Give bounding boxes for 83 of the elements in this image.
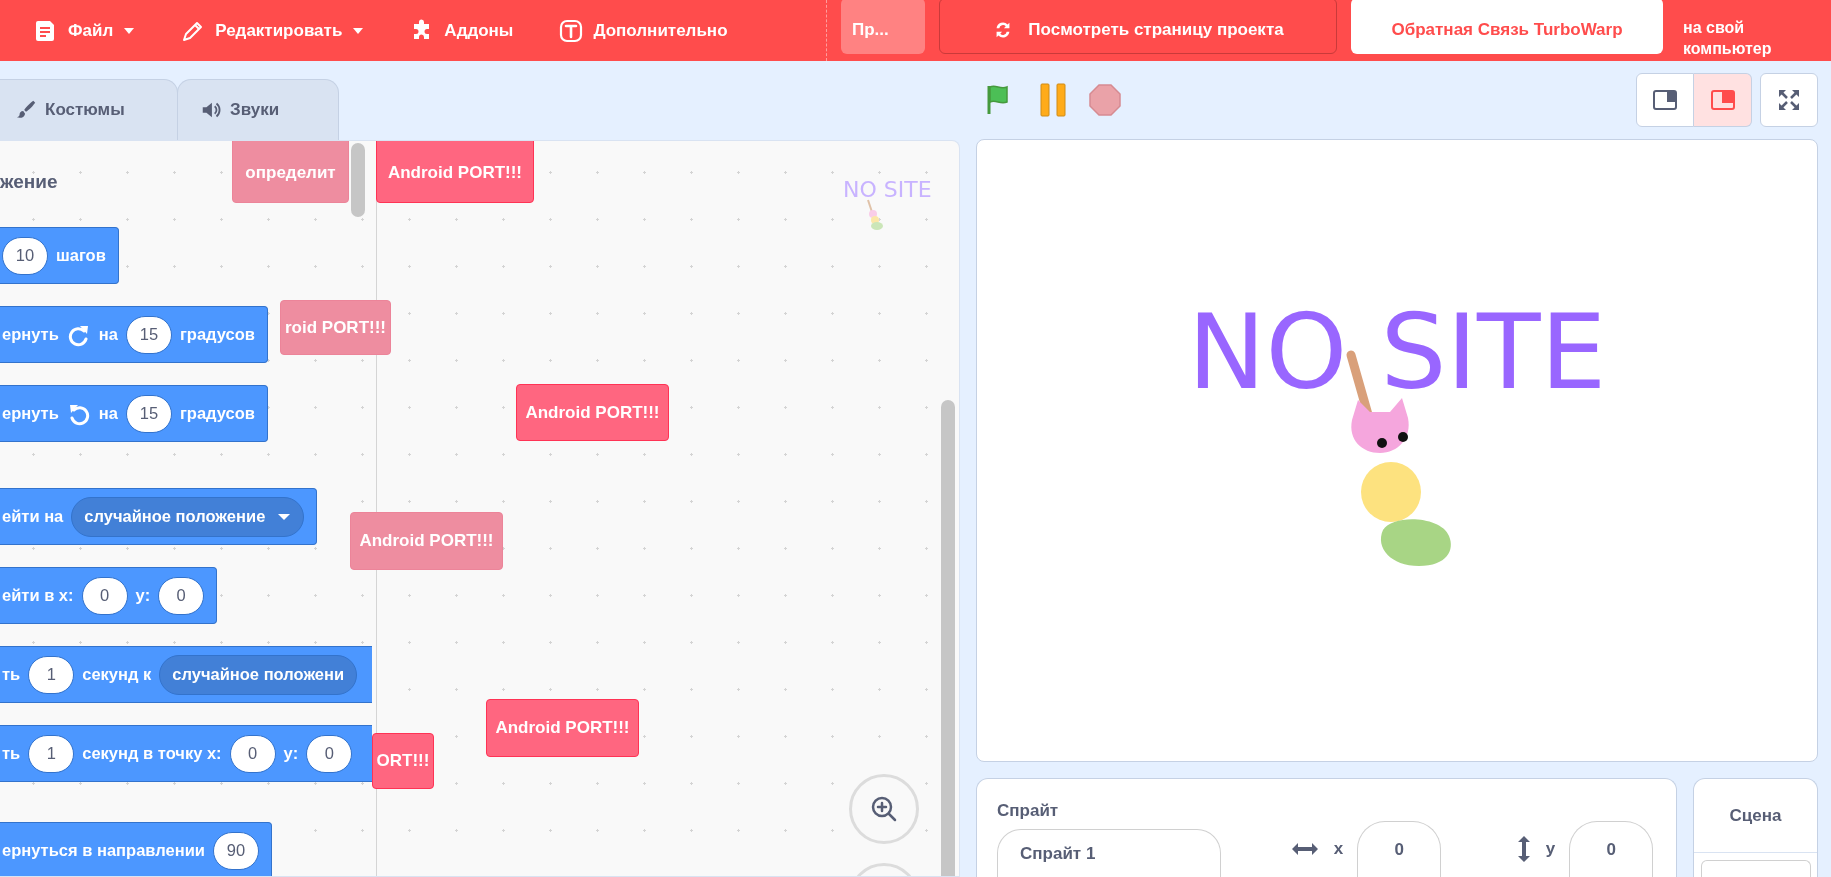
y-label: y xyxy=(1545,839,1556,859)
button-label: компьютер xyxy=(1683,38,1772,59)
code-block[interactable]: ернуться в направлении 90 xyxy=(0,822,272,876)
menu-label: Файл xyxy=(68,20,114,41)
number-input[interactable]: 0 xyxy=(158,576,205,615)
menu-item[interactable]: Файл xyxy=(32,14,138,47)
block-label: секунд в точку x: xyxy=(82,744,222,763)
caret-icon xyxy=(123,25,136,36)
stop-icon xyxy=(1088,83,1122,118)
stage-panel-title: Сцена xyxy=(1694,779,1817,853)
block-label: шагов xyxy=(56,246,106,265)
x-label: x xyxy=(1333,839,1344,859)
code-block[interactable]: ть 1 секунд в точку x: 0 y: 0 xyxy=(0,725,372,782)
editor-tab[interactable]: Звуки xyxy=(177,79,339,140)
menu-label: Дополнительно xyxy=(593,20,728,41)
zoom-in-icon xyxy=(869,794,899,824)
number-input[interactable]: 1 xyxy=(28,655,75,694)
save-button[interactable]: на свой компьютер xyxy=(1683,2,1772,59)
dropdown-input[interactable]: случайное положени xyxy=(159,654,358,695)
scrollbar[interactable] xyxy=(941,400,955,876)
layout-icon xyxy=(1652,88,1678,113)
layout-icon xyxy=(1709,88,1736,113)
caret-icon xyxy=(277,511,292,522)
code-block[interactable]: ть 1 секунд к случайное положени xyxy=(0,646,372,703)
t-logo-icon xyxy=(559,18,584,43)
menu-label: Редактировать xyxy=(215,20,343,41)
block-label: ернуться в направлении xyxy=(2,841,205,860)
block-label: ейти на xyxy=(2,507,64,526)
block-label: ть xyxy=(2,744,21,763)
pause-button[interactable] xyxy=(1038,82,1068,119)
fullscreen-button[interactable] xyxy=(1760,73,1818,128)
number-input[interactable]: 0 xyxy=(306,734,353,773)
number-input[interactable]: 15 xyxy=(126,315,172,354)
number-input[interactable]: 0 xyxy=(81,576,128,615)
code-block[interactable]: ейти в x: 0 y: 0 xyxy=(0,567,218,624)
caret-icon xyxy=(352,25,365,36)
sprite-name-field[interactable]: Спрайт 1 xyxy=(997,829,1221,877)
number-input[interactable]: 1 xyxy=(28,734,75,773)
block-label: ернуть xyxy=(2,404,59,423)
tab-label: Звуки xyxy=(230,100,280,120)
dropdown-input[interactable]: случайное положение xyxy=(71,496,305,537)
x-field[interactable]: 0 xyxy=(1357,821,1442,877)
number-input[interactable]: 15 xyxy=(126,394,172,433)
button-label: Обратная Связь TurboWarp xyxy=(1391,19,1623,40)
menu-item[interactable]: Аддоны xyxy=(408,14,516,47)
menu-item[interactable]: Редактировать xyxy=(179,14,367,47)
menu-label: Аддоны xyxy=(444,20,514,41)
editor-tab[interactable]: Костюмы xyxy=(0,79,178,140)
block-label: y: xyxy=(283,744,299,763)
tab-label: Костюмы xyxy=(45,100,125,120)
stage-text: NO SITE xyxy=(1186,300,1608,405)
stage-thumbnail[interactable] xyxy=(1700,860,1811,877)
block-label: на xyxy=(98,404,118,423)
button-label: Посмотреть страницу проекта xyxy=(1028,19,1284,40)
category-heading: жение xyxy=(0,171,58,193)
stop-button[interactable] xyxy=(1088,83,1122,118)
minimap-sprite-icon xyxy=(864,198,884,232)
block-label: ейти в x: xyxy=(2,586,74,605)
code-block[interactable]: ернуть на 15 градусов xyxy=(0,306,268,363)
button-label: на свой xyxy=(1683,17,1746,38)
pause-icon xyxy=(1038,82,1068,119)
code-block[interactable]: 10 шагов xyxy=(0,227,119,284)
number-input[interactable]: 0 xyxy=(229,734,276,773)
minimap-label: NO SITE xyxy=(843,177,932,202)
block-label: ернуть xyxy=(2,325,59,344)
code-block[interactable]: ейти на случайное положение xyxy=(0,488,318,545)
block-label: на xyxy=(98,325,118,344)
y-field[interactable]: 0 xyxy=(1569,821,1654,877)
scrollbar[interactable] xyxy=(351,143,365,217)
normal-stage-button[interactable] xyxy=(1694,73,1752,128)
brush-icon xyxy=(15,99,37,121)
block-label: градусов xyxy=(180,325,255,344)
small-stage-button[interactable] xyxy=(1636,73,1694,128)
sprite-label: Спрайт xyxy=(997,801,1060,821)
block-label: секунд к xyxy=(82,665,152,684)
block-label: y: xyxy=(135,586,151,605)
number-input[interactable]: 90 xyxy=(212,831,259,870)
feedback-button[interactable]: Обратная Связь TurboWarp xyxy=(1351,0,1663,54)
menu-item[interactable]: Дополнительно xyxy=(557,14,730,47)
code-block[interactable]: ернуть на 15 градусов xyxy=(0,385,268,442)
number-input[interactable]: 10 xyxy=(2,236,48,275)
block-label: ть xyxy=(2,665,21,684)
block-label: градусов xyxy=(180,404,255,423)
